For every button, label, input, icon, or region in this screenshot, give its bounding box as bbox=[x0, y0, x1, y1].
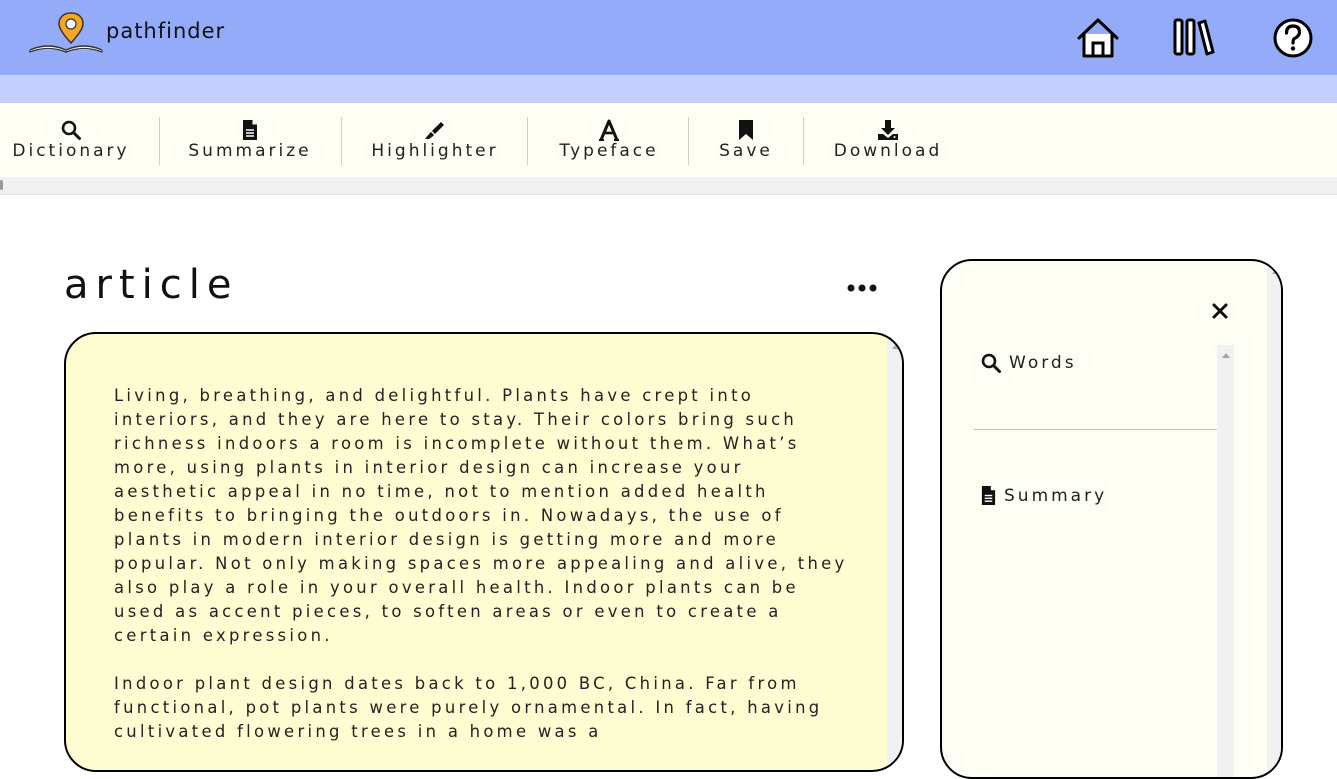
bookmark-icon bbox=[739, 120, 753, 140]
article-paragraph: Living, breathing, and delightful. Plant… bbox=[114, 386, 848, 645]
article-title: article bbox=[64, 262, 239, 308]
home-button[interactable] bbox=[1076, 16, 1120, 60]
document-icon bbox=[243, 120, 257, 140]
toolbar-separator bbox=[803, 117, 804, 165]
words-label: Words bbox=[1009, 353, 1077, 373]
highlighter-icon bbox=[425, 122, 444, 139]
pathfinder-logo-icon[interactable] bbox=[28, 12, 104, 56]
scroll-up-arrow-icon[interactable] bbox=[1221, 353, 1230, 358]
highlighter-button[interactable]: Highlighter bbox=[368, 103, 502, 177]
highlighter-label: Highlighter bbox=[371, 141, 499, 161]
scroll-up-arrow-icon[interactable] bbox=[891, 344, 900, 349]
search-icon bbox=[981, 353, 1001, 373]
summary-label: Summary bbox=[1004, 485, 1108, 506]
font-icon bbox=[599, 119, 619, 141]
sub-bar bbox=[0, 75, 1337, 103]
library-button[interactable] bbox=[1172, 16, 1216, 60]
article-paragraph: Indoor plant design dates back to 1,000 … bbox=[114, 674, 823, 741]
search-icon bbox=[61, 120, 81, 140]
dictionary-button[interactable]: Dictionary bbox=[8, 103, 134, 177]
document-icon bbox=[981, 486, 996, 505]
scroll-left-arrow-icon[interactable] bbox=[0, 180, 3, 190]
home-icon bbox=[1077, 18, 1119, 58]
close-icon[interactable] bbox=[1211, 302, 1229, 320]
side-panel bbox=[940, 259, 1283, 779]
summarize-button[interactable]: Summarize bbox=[186, 103, 314, 177]
toolbar-separator bbox=[688, 117, 689, 165]
words-section-header[interactable]: Words bbox=[980, 352, 1077, 374]
panel-scrollbar[interactable] bbox=[1267, 261, 1281, 777]
scroll-up-arrow-icon[interactable] bbox=[1271, 269, 1280, 274]
toolbar: Dictionary Summarize Highlighter Typefac… bbox=[0, 103, 1337, 177]
dictionary-label: Dictionary bbox=[12, 141, 130, 161]
toolbar-separator bbox=[341, 117, 342, 165]
article-text: Living, breathing, and delightful. Plant… bbox=[114, 384, 854, 768]
download-label: Download bbox=[833, 141, 943, 161]
save-label: Save bbox=[719, 141, 773, 161]
toolbar-separator bbox=[527, 117, 528, 165]
help-button[interactable] bbox=[1271, 16, 1315, 60]
save-button[interactable]: Save bbox=[714, 103, 778, 177]
download-icon bbox=[878, 120, 898, 140]
summary-section-header[interactable]: Summary bbox=[980, 485, 1107, 506]
download-button[interactable]: Download bbox=[830, 103, 946, 177]
horizontal-scrollbar[interactable] bbox=[0, 177, 1337, 195]
app-name: pathfinder bbox=[106, 19, 226, 43]
library-icon bbox=[1173, 18, 1215, 56]
typeface-button[interactable]: Typeface bbox=[556, 103, 662, 177]
typeface-label: Typeface bbox=[559, 141, 659, 161]
article-scrollbar[interactable] bbox=[887, 336, 902, 770]
article-content-box[interactable]: Living, breathing, and delightful. Plant… bbox=[64, 332, 904, 772]
panel-inner-scrollbar[interactable] bbox=[1217, 345, 1234, 777]
more-options-icon[interactable] bbox=[846, 278, 878, 298]
panel-divider bbox=[973, 429, 1217, 430]
summarize-label: Summarize bbox=[188, 141, 312, 161]
toolbar-separator bbox=[159, 117, 160, 165]
help-icon bbox=[1273, 18, 1313, 58]
